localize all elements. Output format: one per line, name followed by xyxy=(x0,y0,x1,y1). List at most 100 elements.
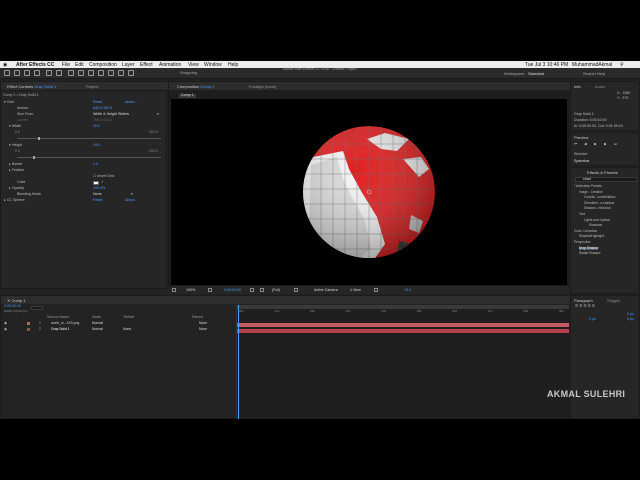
effects-tree-item[interactable]: Shredded...a shadow xyxy=(584,201,614,205)
prev-frame-icon[interactable]: ◀ xyxy=(584,142,587,147)
tab-audio[interactable]: Audio xyxy=(595,84,605,89)
effects-tree-item[interactable]: Lights and Optical xyxy=(584,218,610,222)
grid-about[interactable]: About... xyxy=(125,100,137,105)
tab-paragraph[interactable]: Paragraph xyxy=(574,298,593,303)
effect-cc-sphere-name[interactable]: ▸ CC Sphere xyxy=(4,198,25,203)
eyedropper-icon[interactable]: ✓ xyxy=(101,180,104,185)
shortcut-dropdown[interactable]: Spacebar xyxy=(574,159,589,164)
indent-value-2[interactable]: 0 px xyxy=(589,317,596,322)
selection-tool-icon[interactable] xyxy=(14,70,20,76)
effects-tree-item[interactable]: Shadow/Highlight xyxy=(579,235,604,238)
layer-name[interactable]: world_m...4X9.png xyxy=(51,321,79,325)
exposure-value[interactable]: +0.0 xyxy=(404,288,411,293)
view-layout-dropdown[interactable]: 1 View xyxy=(350,288,361,293)
last-frame-icon[interactable]: ⏭ xyxy=(614,142,617,147)
blending-mode-dropdown[interactable]: None xyxy=(93,192,102,197)
layer-mode-dropdown[interactable]: Normal xyxy=(92,327,103,331)
cc-sphere-reset[interactable]: Reset xyxy=(93,198,102,203)
eraser-tool-icon[interactable] xyxy=(108,70,114,76)
clone-tool-icon[interactable] xyxy=(98,70,104,76)
effects-tree-item[interactable]: Colorful...constellation xyxy=(584,195,615,199)
snapshot-icon[interactable] xyxy=(250,288,254,292)
visibility-eye-icon[interactable]: ◉ xyxy=(4,321,7,325)
tab-timeline-comp[interactable]: ✕ Comp 1 xyxy=(7,298,25,303)
camera-tool-icon[interactable] xyxy=(56,70,62,76)
hand-tool-icon[interactable] xyxy=(24,70,30,76)
tab-wiggler[interactable]: Wiggler xyxy=(607,298,621,303)
border-value[interactable]: 1.0 xyxy=(93,162,98,167)
effects-tree-item[interactable]: Drop Shadow xyxy=(579,246,599,250)
magnification-icon[interactable] xyxy=(172,288,176,292)
zoom-tool-icon[interactable] xyxy=(34,70,40,76)
rotate-tool-icon[interactable] xyxy=(46,70,52,76)
feather-label[interactable]: ▸ Feather xyxy=(9,168,24,173)
roto-tool-icon[interactable] xyxy=(118,70,124,76)
align-icons[interactable]: ☰ ☰ ☰ ☰ ☰ xyxy=(575,304,595,309)
anchor-value[interactable]: 640.0,360.0 xyxy=(93,106,112,111)
width-value[interactable]: 30.0 xyxy=(93,124,100,129)
opacity-value[interactable]: 100.0% xyxy=(93,186,105,191)
indent-value-3[interactable]: 0 px xyxy=(627,317,634,322)
region-of-interest-icon[interactable] xyxy=(294,288,298,292)
size-from-dropdown[interactable]: Width & Height Sliders xyxy=(93,112,129,117)
height-slider-handle[interactable] xyxy=(33,156,35,159)
effects-tree-item[interactable]: Image - Creative xyxy=(579,190,603,194)
puppet-tool-icon[interactable] xyxy=(128,70,134,76)
first-frame-icon[interactable]: ⏮ xyxy=(574,142,577,147)
color-swatch[interactable] xyxy=(93,181,99,185)
composition-viewer[interactable] xyxy=(171,99,567,285)
pen-tool-icon[interactable] xyxy=(68,70,74,76)
resolution-dropdown[interactable]: (Full) xyxy=(272,288,280,293)
effects-tree-item[interactable]: * Animation Presets xyxy=(574,184,602,188)
cc-sphere-about[interactable]: About... xyxy=(125,198,137,203)
effects-tree-item[interactable]: Perspective xyxy=(574,240,591,244)
playhead[interactable] xyxy=(238,305,239,419)
layer-1-bar[interactable] xyxy=(237,323,569,327)
timeline-search-input[interactable] xyxy=(31,306,43,310)
camera-dropdown[interactable]: Active Camera xyxy=(314,288,338,293)
zoom-dropdown[interactable]: 100% xyxy=(186,288,195,293)
layer-trkmat-dropdown[interactable]: None xyxy=(123,327,131,331)
effects-tree-item[interactable]: Shadows xyxy=(589,223,602,227)
timeline-graph-area[interactable]: 00s 01s 02s 03s 04s 05s 06s 07s 08s 09s xyxy=(236,305,569,419)
play-icon[interactable]: ▶ xyxy=(594,142,597,147)
visibility-eye-icon[interactable]: ◉ xyxy=(4,327,7,331)
fast-preview-icon[interactable] xyxy=(374,288,378,292)
layer-parent-dropdown[interactable]: None xyxy=(199,321,207,325)
grid-reset[interactable]: Reset xyxy=(93,100,102,105)
comp-subtab[interactable]: Comp 1 xyxy=(179,93,196,98)
layer-parent-dropdown[interactable]: None xyxy=(199,327,207,331)
width-slider-handle[interactable] xyxy=(38,137,40,140)
effect-grid-name[interactable]: ▾ Grid xyxy=(4,100,14,105)
tab-project[interactable]: Project xyxy=(86,84,98,89)
tab-footage[interactable]: Footage (none) xyxy=(249,84,276,89)
invert-grid-checkbox[interactable]: ☐ Invert Grid xyxy=(93,174,114,179)
next-frame-icon[interactable]: ▶ xyxy=(604,142,607,147)
current-time[interactable]: 0:00:00:00 xyxy=(224,288,241,293)
opacity-label[interactable]: ▸ Opacity xyxy=(9,186,24,191)
effects-tree-item[interactable]: Radial Shadow xyxy=(579,251,600,255)
layer-name[interactable]: Gray Solid 1 xyxy=(51,327,70,331)
color-channel-icon[interactable] xyxy=(260,288,264,292)
label-color-swatch[interactable] xyxy=(27,322,30,325)
grid-toggle-icon[interactable] xyxy=(208,288,212,292)
time-ruler[interactable]: 00s 01s 02s 03s 04s 05s 06s 07s 08s 09s xyxy=(237,309,569,316)
layer-2-bar[interactable] xyxy=(237,329,569,333)
tab-composition[interactable]: Composition Comp 1 xyxy=(177,84,214,89)
layer-mode-dropdown[interactable]: Normal xyxy=(92,321,103,325)
label-color-swatch[interactable] xyxy=(27,328,30,331)
search-help-input[interactable]: Search Help xyxy=(583,72,605,76)
tab-info[interactable]: Info xyxy=(574,84,581,89)
effects-tree-item[interactable]: Text xyxy=(579,212,585,216)
workspace-value[interactable]: Standard xyxy=(528,72,544,76)
height-label[interactable]: ▾ Height xyxy=(9,143,22,148)
effects-tree-item[interactable]: Color Correction xyxy=(574,229,597,233)
height-slider[interactable] xyxy=(17,157,161,158)
snapping-label[interactable]: Snapping xyxy=(180,71,197,75)
type-tool-icon[interactable] xyxy=(78,70,84,76)
height-value[interactable]: 24.0 xyxy=(93,143,100,148)
effects-tree-item[interactable]: Shadow...extrusion xyxy=(584,207,611,210)
width-label[interactable]: ▾ Width xyxy=(9,124,21,129)
border-label[interactable]: ▸ Border xyxy=(9,162,23,167)
brush-tool-icon[interactable] xyxy=(88,70,94,76)
